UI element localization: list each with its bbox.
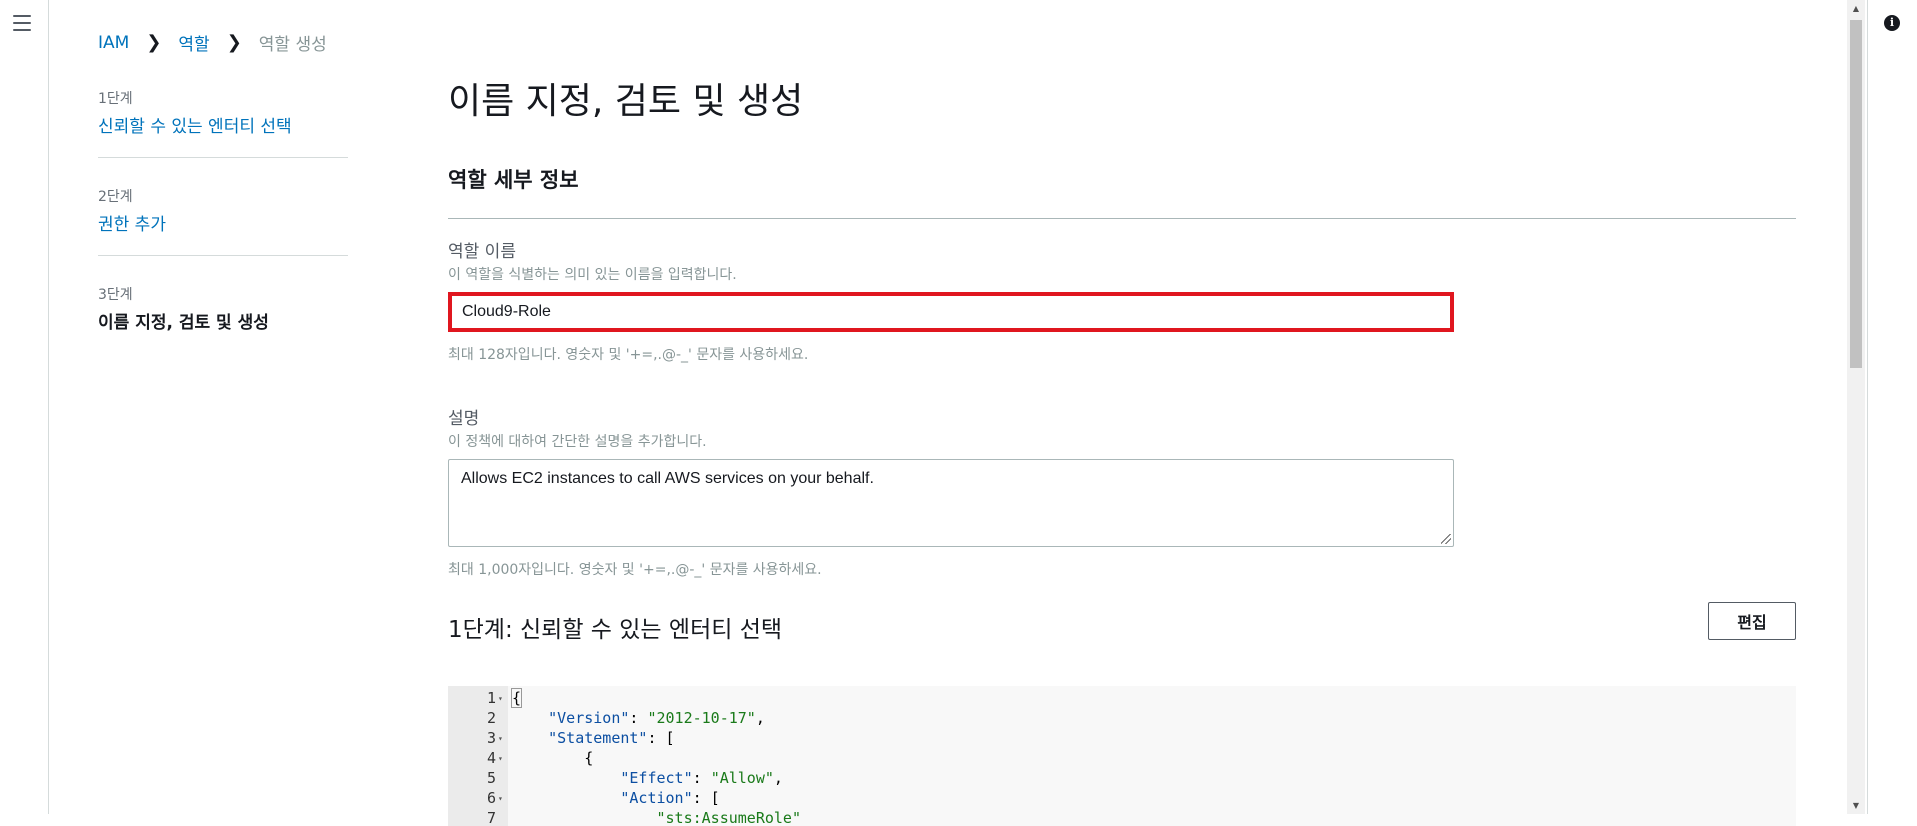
line-number: 2	[486, 709, 496, 727]
line-number: 6	[486, 789, 496, 807]
description-field: 설명 이 정책에 대하여 간단한 설명을 추가합니다. Allows EC2 i…	[448, 404, 1796, 579]
chevron-right-icon: ❯	[146, 32, 162, 53]
fold-arrow-icon[interactable]: ▾	[498, 729, 503, 749]
description-label: 설명	[448, 409, 480, 429]
code-text: {	[512, 749, 594, 767]
code-text: "Action": [	[620, 789, 720, 807]
code-text: "Effect": "Allow",	[620, 769, 783, 787]
description-help: 이 정책에 대하여 간단한 설명을 추가합니다.	[448, 434, 707, 450]
trust-entity-title: 1단계: 신뢰할 수 있는 엔터티 선택	[448, 617, 783, 643]
description-textarea[interactable]: Allows EC2 instances to call AWS service…	[448, 459, 1454, 547]
breadcrumb-iam[interactable]: IAM	[98, 33, 129, 53]
line-number: 5	[486, 769, 496, 787]
breadcrumb-current: 역할 생성	[258, 35, 327, 55]
step-number: 1단계	[98, 91, 133, 107]
breadcrumb-roles[interactable]: 역할	[178, 30, 209, 55]
scroll-down-arrow-icon[interactable]: ▼	[1847, 797, 1865, 814]
line-number: 4	[486, 749, 496, 767]
resize-handle-icon[interactable]	[1441, 534, 1451, 544]
code-line: 5 "Effect": "Allow",	[448, 768, 1796, 788]
description-value: Allows EC2 instances to call AWS service…	[461, 470, 874, 487]
step-link-select-trusted-entity[interactable]: 신뢰할 수 있는 엔터티 선택	[98, 112, 348, 137]
chevron-right-icon: ❯	[226, 32, 242, 53]
hamburger-menu-icon[interactable]	[13, 15, 31, 31]
wizard-steps: 1단계 신뢰할 수 있는 엔터티 선택 2단계 권한 추가 3단계 이름 지정,…	[98, 88, 348, 381]
wizard-step-2: 2단계 권한 추가	[98, 186, 348, 256]
line-number: 1	[486, 689, 496, 707]
code-text: "Version": "2012-10-17",	[548, 709, 765, 727]
code-line: 4 ▾ {	[448, 748, 1796, 768]
info-icon[interactable]: i	[1884, 15, 1900, 31]
line-number: 7	[486, 809, 496, 826]
right-help-rail: i	[1867, 0, 1917, 814]
fold-arrow-icon[interactable]: ▾	[498, 749, 503, 769]
description-hint: 최대 1,000자입니다. 영숫자 및 '+=,.@-_' 문자를 사용하세요.	[448, 562, 822, 578]
scroll-up-arrow-icon[interactable]: ▲	[1847, 0, 1865, 17]
code-text: "Statement": [	[548, 729, 675, 747]
wizard-step-1: 1단계 신뢰할 수 있는 엔터티 선택	[98, 88, 348, 158]
role-name-input[interactable]: Cloud9-Role	[448, 292, 1454, 332]
role-details-title: 역할 세부 정보	[448, 164, 1796, 219]
code-line: 7 "sts:AssumeRole"	[448, 808, 1796, 826]
wizard-step-3: 3단계 이름 지정, 검토 및 생성	[98, 284, 348, 353]
role-name-label: 역할 이름	[448, 242, 516, 262]
page-scrollbar[interactable]: ▲ ▼	[1847, 0, 1865, 814]
trust-policy-code-editor[interactable]: 1 ▾{2 "Version": "2012-10-17", 3 ▾ "Stateme…	[448, 686, 1796, 826]
trust-entity-header: 1단계: 신뢰할 수 있는 엔터티 선택 편집	[448, 602, 1796, 650]
fold-arrow-icon[interactable]: ▾	[498, 789, 503, 809]
code-line: 2 "Version": "2012-10-17",	[448, 708, 1796, 728]
role-name-hint: 최대 128자입니다. 영숫자 및 '+=,.@-_' 문자를 사용하세요.	[448, 347, 809, 363]
fold-arrow-icon[interactable]: ▾	[498, 689, 503, 709]
step-number: 3단계	[98, 287, 133, 303]
page-title: 이름 지정, 검토 및 생성	[448, 81, 804, 122]
step-current-name-review-create: 이름 지정, 검토 및 생성	[98, 313, 269, 333]
left-navigation-rail	[0, 0, 49, 814]
code-line: 1 ▾ {	[448, 688, 1796, 708]
code-line: 3 ▾ "Statement": [	[448, 728, 1796, 748]
main-content: 이름 지정, 검토 및 생성 역할 세부 정보 역할 이름 이 역할을 식별하는…	[448, 80, 1796, 826]
breadcrumb: IAM ❯ 역할 ❯ 역할 생성	[98, 30, 327, 55]
line-number: 3	[486, 729, 496, 747]
edit-button[interactable]: 편집	[1708, 602, 1796, 640]
code-line: 6 ▾ "Action": [	[448, 788, 1796, 808]
code-text: "sts:AssumeRole"	[656, 809, 802, 826]
step-link-add-permissions[interactable]: 권한 추가	[98, 210, 348, 235]
role-name-description: 이 역할을 식별하는 의미 있는 이름을 입력합니다.	[448, 267, 737, 283]
scrollbar-thumb[interactable]	[1850, 20, 1862, 368]
code-text: {	[510, 688, 523, 708]
role-name-field: 역할 이름 이 역할을 식별하는 의미 있는 이름을 입력합니다. Cloud9…	[448, 237, 1796, 364]
step-number: 2단계	[98, 189, 133, 205]
